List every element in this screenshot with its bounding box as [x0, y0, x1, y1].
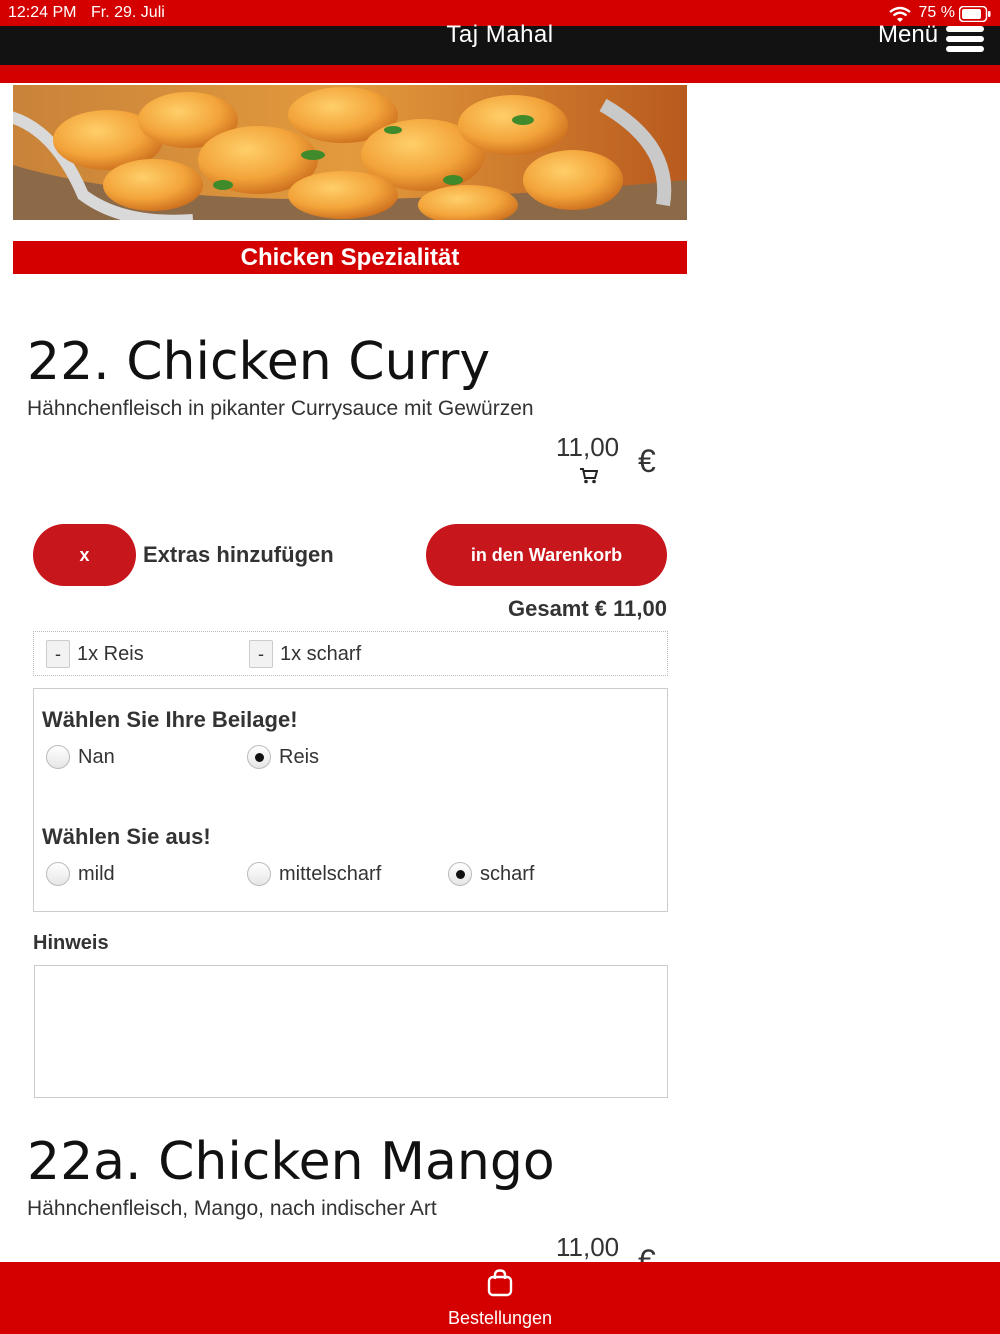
- category-title: Chicken Spezialität: [13, 241, 687, 274]
- radio-label: scharf: [480, 862, 535, 885]
- remove-extra-button[interactable]: -: [249, 640, 273, 668]
- radio-label: Nan: [78, 745, 115, 768]
- item-price: 11,00: [556, 1232, 620, 1262]
- selected-extra-item: - 1x scharf: [249, 640, 361, 668]
- selected-extra-label: 1x Reis: [77, 642, 144, 665]
- item-price: 11,00: [556, 432, 620, 462]
- orders-tab-label[interactable]: Bestellungen: [0, 1308, 1000, 1329]
- spice-group-title: Wählen Sie aus!: [42, 824, 211, 849]
- side-dish-group-title: Wählen Sie Ihre Beilage!: [42, 707, 298, 732]
- order-total: Gesamt € 11,00: [507, 596, 667, 621]
- item-currency: €: [638, 443, 656, 479]
- shopping-bag-icon[interactable]: [486, 1269, 514, 1297]
- cart-icon[interactable]: [580, 468, 598, 484]
- top-navbar: Taj Mahal Menü: [0, 21, 1000, 65]
- radio-button[interactable]: [247, 745, 271, 769]
- header-accent-strip: [0, 65, 1000, 83]
- status-time: 12:24 PM: [8, 4, 77, 21]
- remove-extra-button[interactable]: -: [46, 640, 70, 668]
- radio-button[interactable]: [46, 862, 70, 886]
- radio-option-nan[interactable]: Nan: [46, 745, 115, 769]
- radio-label: mittelscharf: [279, 862, 382, 885]
- selected-extras: - 1x Reis - 1x scharf: [33, 631, 668, 676]
- category-hero-image: [13, 85, 687, 220]
- bottom-tab-bar[interactable]: Bestellungen: [0, 1262, 1000, 1334]
- status-date: Fr. 29. Juli: [91, 4, 165, 21]
- item-title[interactable]: 22a. Chicken Mango: [27, 1132, 555, 1192]
- close-extras-button[interactable]: x: [33, 524, 136, 586]
- item-title[interactable]: 22. Chicken Curry: [27, 332, 490, 392]
- radio-option-mittelscharf[interactable]: mittelscharf: [247, 862, 381, 886]
- battery-percentage: 75 %: [918, 4, 955, 21]
- selected-extra-item: - 1x Reis: [46, 640, 144, 668]
- hint-label: Hinweis: [33, 932, 109, 954]
- item-description: Hähnchenfleisch in pikanter Currysauce m…: [27, 397, 534, 420]
- hint-textarea[interactable]: [34, 965, 668, 1098]
- extras-options-panel: Wählen Sie Ihre Beilage! Nan Reis Wählen…: [33, 688, 668, 912]
- restaurant-title: Taj Mahal: [446, 21, 554, 48]
- radio-label: Reis: [279, 745, 320, 768]
- radio-option-mild[interactable]: mild: [46, 862, 115, 886]
- add-extras-label[interactable]: Extras hinzufügen: [143, 542, 334, 568]
- selected-extra-label: 1x scharf: [280, 642, 362, 665]
- radio-label: mild: [78, 862, 115, 885]
- item-description: Hähnchenfleisch, Mango, nach indischer A…: [27, 1197, 437, 1220]
- radio-button[interactable]: [448, 862, 472, 886]
- hamburger-icon[interactable]: [946, 26, 984, 52]
- radio-option-scharf[interactable]: scharf: [448, 862, 534, 886]
- add-to-cart-button[interactable]: in den Warenkorb: [426, 524, 667, 586]
- radio-button[interactable]: [247, 862, 271, 886]
- battery-icon: [959, 6, 991, 22]
- radio-option-reis[interactable]: Reis: [247, 745, 319, 769]
- menu-button-label[interactable]: Menü: [878, 21, 938, 49]
- wifi-icon: [889, 6, 911, 22]
- radio-button[interactable]: [46, 745, 70, 769]
